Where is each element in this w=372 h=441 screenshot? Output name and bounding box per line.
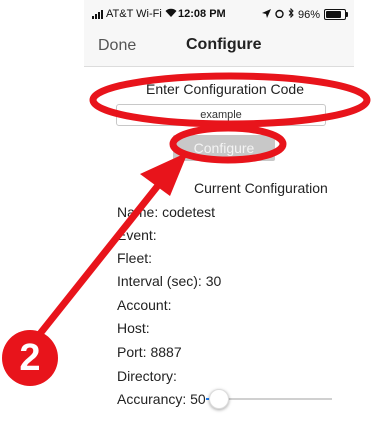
status-bar: AT&T Wi-Fi 12:08 PM 96% (84, 0, 354, 26)
page-title: Configure (186, 36, 262, 53)
step-number: 2 (19, 337, 41, 379)
field-event: Event: (117, 227, 157, 243)
battery-percent: 96% (297, 8, 320, 21)
carrier-label: AT&T Wi-Fi (106, 8, 162, 20)
field-accuracy: Accurancy: 50 (117, 391, 206, 407)
location-arrow-icon (261, 8, 271, 21)
wifi-icon (165, 8, 177, 20)
field-name: Name: codetest (117, 204, 216, 220)
phone-screen: AT&T Wi-Fi 12:08 PM 96% Done Configure E… (84, 0, 354, 441)
navigation-bar: Done Configure (84, 26, 354, 67)
done-button[interactable]: Done (98, 37, 136, 55)
step-badge: 2 (2, 330, 58, 386)
slider-thumb[interactable] (208, 389, 229, 409)
signal-bars-icon (92, 9, 103, 19)
status-left: AT&T Wi-Fi (92, 8, 177, 20)
current-config-title: Current Configuration (194, 180, 328, 196)
field-host: Host: (117, 320, 150, 336)
configure-button[interactable]: Configure (173, 135, 275, 161)
bluetooth-icon (288, 7, 294, 21)
status-time: 12:08 PM (178, 8, 226, 20)
config-code-label: Enter Configuration Code (146, 81, 304, 97)
battery-icon (324, 9, 348, 20)
battery-fill (326, 11, 341, 18)
status-right: 96% (261, 7, 348, 21)
accuracy-slider[interactable] (206, 389, 332, 409)
field-fleet: Fleet: (117, 250, 153, 266)
config-code-input[interactable] (116, 104, 326, 126)
alarm-icon (275, 9, 284, 21)
field-directory: Directory: (117, 368, 177, 384)
field-interval: Interval (sec): 30 (117, 273, 222, 289)
field-account: Account: (117, 297, 172, 313)
field-port: Port: 8887 (117, 344, 182, 360)
